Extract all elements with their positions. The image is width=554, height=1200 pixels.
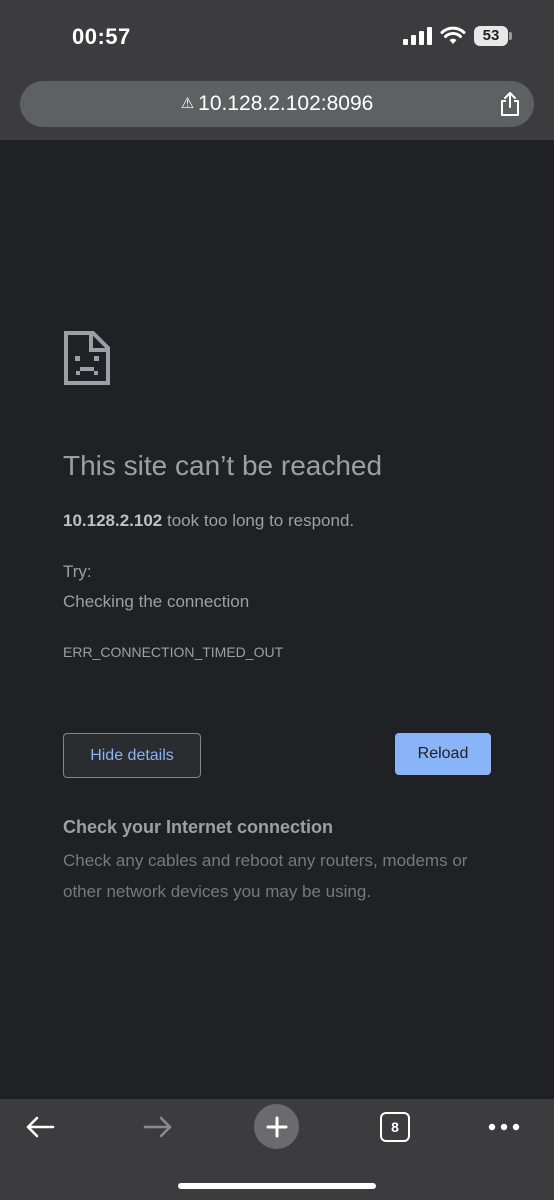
more-menu-button[interactable] xyxy=(484,1111,524,1143)
error-message: 10.128.2.102 took too long to respond. xyxy=(63,511,354,531)
cellular-signal-icon xyxy=(403,27,432,45)
details-heading: Check your Internet connection xyxy=(63,817,334,837)
hide-details-button[interactable]: Hide details xyxy=(63,733,201,778)
new-tab-button[interactable] xyxy=(254,1104,299,1149)
home-indicator[interactable] xyxy=(178,1183,376,1189)
forward-button[interactable] xyxy=(138,1111,178,1143)
tab-switcher-button[interactable]: 8 xyxy=(380,1112,410,1142)
reload-button[interactable]: Reload xyxy=(395,733,491,775)
status-time: 00:57 xyxy=(72,24,131,49)
address-bar[interactable]: ⚠ 10.128.2.102:8096 xyxy=(20,81,534,127)
plus-icon xyxy=(266,1116,287,1137)
error-host: 10.128.2.102 xyxy=(63,511,163,530)
battery-icon: 53 xyxy=(474,26,512,46)
wifi-icon xyxy=(440,26,466,44)
error-code: ERR_CONNECTION_TIMED_OUT xyxy=(63,644,284,660)
top-chrome: 00:57 53 ⚠ 10.128.2.102:8096 xyxy=(0,0,554,140)
back-button[interactable] xyxy=(20,1111,60,1143)
status-icons: 53 xyxy=(403,26,512,46)
url-text[interactable]: 10.128.2.102:8096 xyxy=(198,92,373,115)
share-icon[interactable] xyxy=(496,90,524,118)
error-message-text: took too long to respond. xyxy=(162,511,355,530)
warning-icon: ⚠ xyxy=(180,95,195,112)
more-dots-icon xyxy=(488,1123,520,1131)
back-arrow-icon xyxy=(26,1116,55,1138)
forward-arrow-icon xyxy=(143,1116,172,1138)
sad-page-icon xyxy=(64,331,110,385)
details-body: Check any cables and reboot any routers,… xyxy=(63,851,468,901)
try-label: Try: xyxy=(63,562,92,581)
address-text-wrap[interactable]: ⚠ 10.128.2.102:8096 xyxy=(20,81,534,127)
error-title: This site can’t be reached xyxy=(63,450,383,481)
suggestion-item: Checking the connection xyxy=(63,592,250,611)
